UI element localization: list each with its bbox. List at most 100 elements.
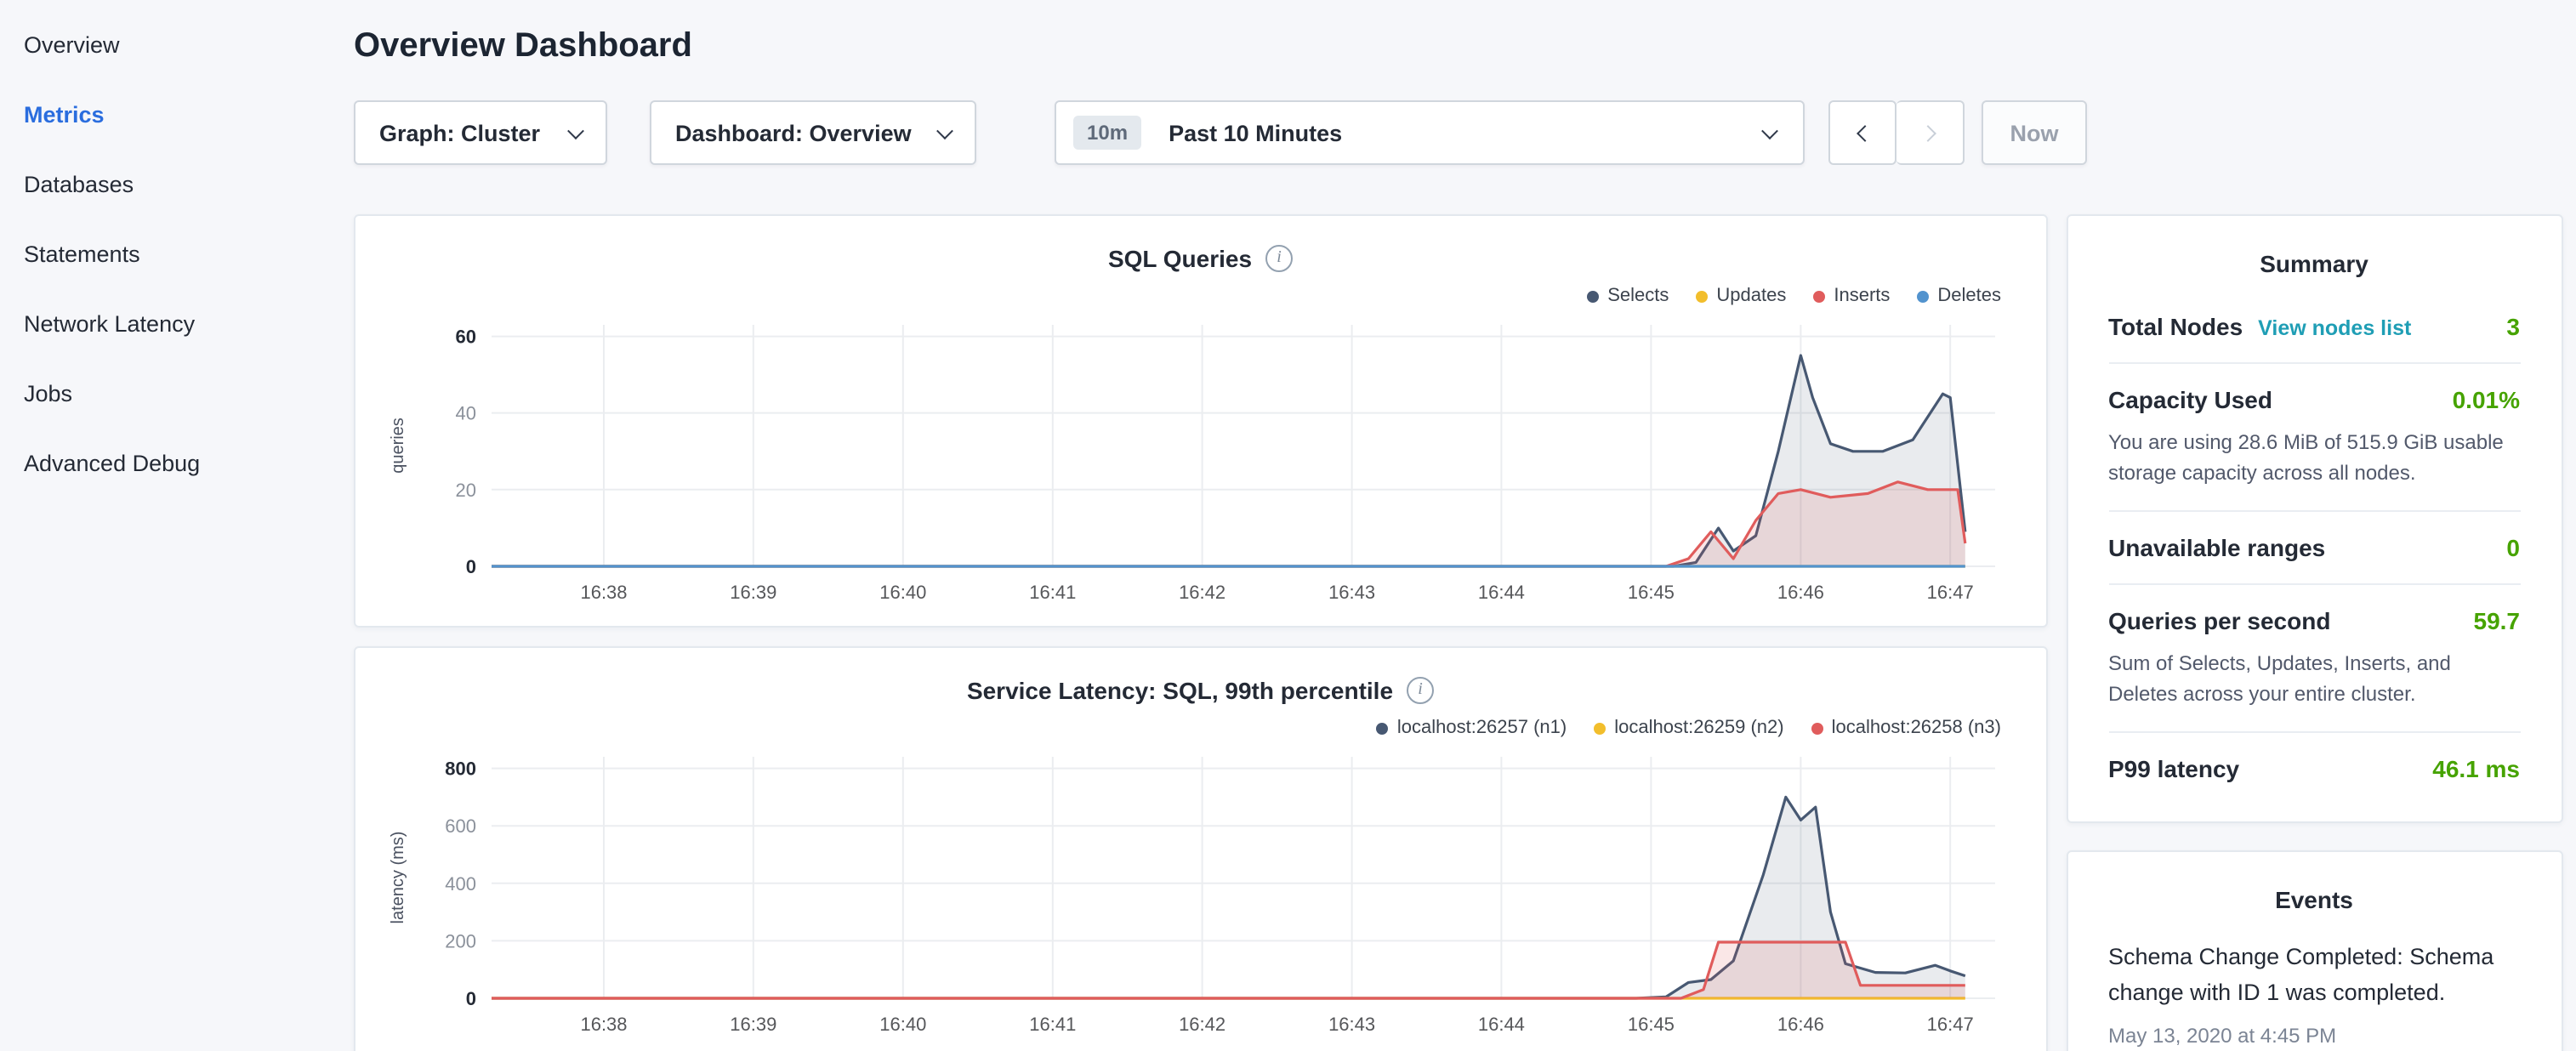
chevron-right-icon [1919, 124, 1936, 141]
summary-label: Total Nodes [2108, 313, 2243, 340]
svg-text:16:43: 16:43 [1328, 1014, 1375, 1035]
summary-label: P99 latency [2108, 755, 2239, 782]
svg-text:16:46: 16:46 [1777, 582, 1824, 603]
summary-panel: Summary Total NodesView nodes list3Capac… [2066, 214, 2562, 823]
legend-item-inserts[interactable]: Inserts [1813, 286, 1890, 306]
svg-text:0: 0 [466, 988, 476, 1009]
svg-text:16:38: 16:38 [580, 1014, 627, 1035]
svg-text:16:39: 16:39 [730, 1014, 776, 1035]
legend-label: Selects [1607, 286, 1669, 306]
sidebar-item-network-latency[interactable]: Network Latency [24, 289, 354, 359]
svg-text:200: 200 [445, 930, 476, 952]
legend-item-localhost-26258-n3[interactable]: localhost:26258 (n3) [1811, 718, 2001, 738]
sql-queries-chart-panel: SQL Queries i Selects Updates Inserts Delet… [354, 214, 2047, 628]
svg-text:16:40: 16:40 [879, 582, 926, 603]
content-row: SQL Queries i Selects Updates Inserts Delet… [354, 214, 2562, 1051]
legend-label: Inserts [1834, 286, 1890, 306]
summary-label: Unavailable ranges [2108, 534, 2325, 561]
event-text: Schema Change Completed: Schema change w… [2108, 940, 2520, 1012]
event-item: Schema Change Completed: Schema change w… [2108, 927, 2520, 1051]
time-range-badge: 10m [1073, 116, 1141, 150]
chart-svg: 16:3816:3916:4016:4116:4216:4316:4416:45… [383, 743, 2019, 1042]
svg-text:400: 400 [445, 873, 476, 895]
summary-row-queries-per-second: Queries per second 59.7 Sum of Selects, Up… [2108, 583, 2520, 731]
svg-text:16:42: 16:42 [1179, 1014, 1225, 1035]
summary-row-p99-latency: P99 latency 46.1 ms [2108, 731, 2520, 804]
chart-plot-area[interactable]: 16:38 16:39 16:40 16:41 16:42 16:43 16:44 16:45… [383, 311, 2018, 619]
summary-value: 0.01% [2439, 386, 2520, 413]
dashboard-dropdown[interactable]: Dashboard: Overview [650, 100, 976, 165]
svg-text:16:45: 16:45 [1628, 582, 1675, 603]
svg-text:60: 60 [456, 327, 476, 348]
summary-row-head: Total Nodes View nodes list 3 [2108, 313, 2520, 340]
summary-row-unavailable-ranges: Unavailable ranges0 [2108, 510, 2520, 583]
svg-text:20: 20 [456, 480, 476, 501]
legend-item-deletes[interactable]: Deletes [1917, 286, 2001, 306]
svg-text:16:45: 16:45 [1628, 1014, 1675, 1035]
legend-item-localhost-26257-n1[interactable]: localhost:26257 (n1) [1377, 718, 1567, 738]
time-step-buttons [1828, 100, 1965, 165]
summary-link[interactable]: View nodes list [2258, 316, 2411, 340]
svg-text:16:43: 16:43 [1328, 582, 1375, 603]
chart-title-row: SQL Queries i [383, 236, 2018, 281]
legend-dot-icon [1696, 290, 1708, 302]
info-icon[interactable]: i [1265, 245, 1293, 272]
summary-value: 59.7 [2460, 607, 2521, 634]
legend-dot-icon [1377, 722, 1389, 734]
summary-description: You are using 28.6 MiB of 515.9 GiB usab… [2108, 427, 2520, 488]
charts-column: SQL Queries i Selects Updates Inserts Delet… [354, 214, 2047, 1051]
info-icon[interactable]: i [1407, 677, 1434, 704]
time-range-dropdown[interactable]: 10m Past 10 Minutes [1055, 100, 1805, 165]
chart-svg: 16:38 16:39 16:40 16:41 16:42 16:43 16:44 16:45… [383, 311, 2019, 611]
svg-text:16:44: 16:44 [1478, 582, 1525, 603]
event-timestamp: May 13, 2020 at 4:45 PM [2108, 1024, 2520, 1048]
legend-item-updates[interactable]: Updates [1696, 286, 1786, 306]
legend-item-localhost-26259-n2[interactable]: localhost:26259 (n2) [1594, 718, 1783, 738]
legend-dot-icon [1594, 722, 1606, 734]
events-list: Schema Change Completed: Schema change w… [2108, 927, 2520, 1051]
svg-text:queries: queries [389, 418, 407, 474]
sidebar-item-databases[interactable]: Databases [24, 150, 354, 219]
sidebar-item-advanced-debug[interactable]: Advanced Debug [24, 429, 354, 498]
summary-row-head: Unavailable ranges0 [2108, 534, 2520, 561]
legend-item-selects[interactable]: Selects [1587, 286, 1669, 306]
summary-value: 3 [2493, 313, 2520, 340]
summary-row-capacity-used: Capacity Used 0.01% You are using 28.6 MiB… [2108, 362, 2520, 510]
controls-bar: Graph: Cluster Dashboard: Overview 10m P… [354, 100, 2562, 165]
legend-label: localhost:26259 (n2) [1614, 718, 1783, 738]
svg-text:16:40: 16:40 [879, 1014, 926, 1035]
graph-dropdown[interactable]: Graph: Cluster [354, 100, 607, 165]
time-forward-button[interactable] [1896, 100, 1965, 165]
legend-dot-icon [1811, 722, 1823, 734]
summary-value: 46.1 ms [2419, 755, 2520, 782]
chart-title: Service Latency: SQL, 99th percentile [967, 677, 1393, 704]
legend-label: localhost:26258 (n3) [1832, 718, 2001, 738]
chart-plot-area[interactable]: 16:3816:3916:4016:4116:4216:4316:4416:45… [383, 743, 2018, 1051]
svg-text:16:46: 16:46 [1777, 1014, 1824, 1035]
sidebar-item-jobs[interactable]: Jobs [24, 359, 354, 429]
svg-text:16:47: 16:47 [1927, 582, 1974, 603]
summary-label: Capacity Used [2108, 386, 2272, 413]
sidebar-item-metrics[interactable]: Metrics [24, 80, 354, 150]
legend-label: Deletes [1937, 286, 2001, 306]
chevron-down-icon [936, 122, 953, 139]
page-title: Overview Dashboard [354, 27, 2562, 66]
chart-legend: localhost:26257 (n1) localhost:26259 (n2)… [383, 713, 2018, 743]
sidebar-item-statements[interactable]: Statements [24, 219, 354, 289]
right-column: Summary Total NodesView nodes list3Capac… [2066, 214, 2562, 1051]
service-latency-chart-panel: Service Latency: SQL, 99th percentile i … [354, 646, 2047, 1051]
svg-text:16:47: 16:47 [1927, 1014, 1974, 1035]
svg-text:16:39: 16:39 [730, 582, 776, 603]
svg-text:16:41: 16:41 [1029, 1014, 1076, 1035]
summary-label: Queries per second [2108, 607, 2330, 634]
sidebar-item-overview[interactable]: Overview [24, 10, 354, 80]
now-button[interactable]: Now [1982, 100, 2087, 165]
legend-dot-icon [1917, 290, 1929, 302]
svg-text:16:38: 16:38 [580, 582, 627, 603]
svg-text:40: 40 [456, 403, 476, 424]
time-back-button[interactable] [1828, 100, 1896, 165]
summary-description: Sum of Selects, Updates, Inserts, and De… [2108, 648, 2520, 709]
svg-text:latency (ms): latency (ms) [389, 832, 407, 924]
svg-text:16:41: 16:41 [1029, 582, 1076, 603]
svg-text:16:42: 16:42 [1179, 582, 1225, 603]
